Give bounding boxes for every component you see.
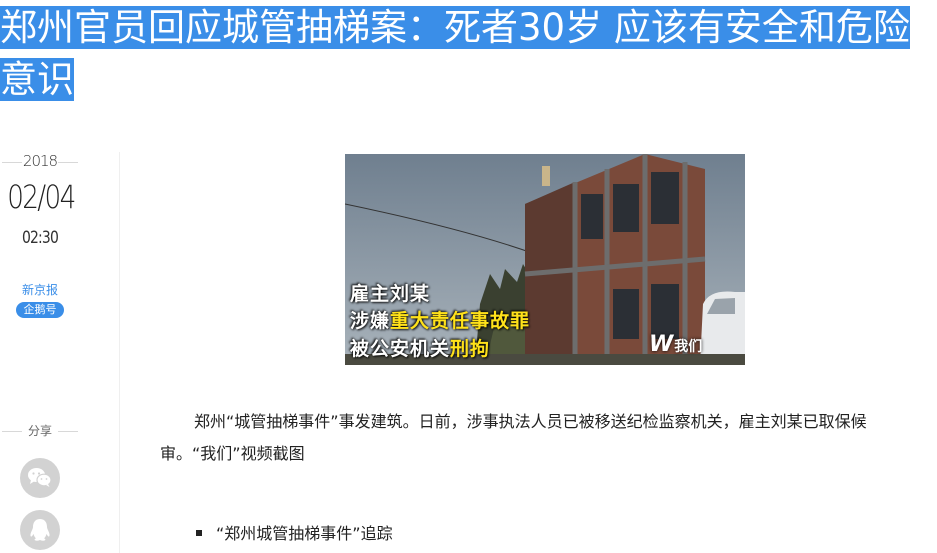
watermark: W我们 bbox=[649, 332, 702, 357]
share-header: 分享 bbox=[0, 421, 80, 441]
related-link-text[interactable]: “郑州城管抽梯事件”追踪 bbox=[216, 524, 393, 543]
publish-date: 02/04 bbox=[7, 178, 76, 216]
caption-line-1: 雇主刘某 bbox=[350, 283, 431, 305]
caption-text: 涉嫌 bbox=[350, 310, 391, 332]
divider-line bbox=[58, 162, 78, 163]
caption-highlight: 刑拘 bbox=[450, 338, 491, 360]
year-row: 2018 bbox=[0, 152, 80, 172]
article-title: 郑州官员回应城管抽梯案：死者30岁 应该有安全和危险意识 bbox=[0, 2, 937, 106]
article-image: 雇主刘某 涉嫌重大责任事故罪 被公安机关刑拘 W我们 bbox=[345, 154, 745, 365]
watermark-text: 我们 bbox=[674, 339, 703, 355]
caption-line-2: 涉嫌重大责任事故罪 bbox=[350, 306, 530, 333]
source-badge[interactable]: 企鹅号 bbox=[16, 302, 64, 318]
divider-line bbox=[58, 431, 78, 432]
qq-share-button[interactable] bbox=[20, 510, 60, 550]
caption-text: 被公安机关 bbox=[350, 338, 451, 360]
qq-icon bbox=[30, 519, 50, 541]
source-link[interactable]: 新京报 bbox=[0, 281, 80, 298]
column-divider bbox=[119, 152, 120, 553]
watermark-logo: W bbox=[649, 332, 674, 357]
publish-time: 02:30 bbox=[21, 228, 59, 248]
bullet-icon bbox=[196, 529, 202, 536]
caption-highlight: 重大责任事故罪 bbox=[390, 310, 531, 332]
article-title-text: 郑州官员回应城管抽梯案：死者30岁 应该有安全和危险意识 bbox=[0, 6, 910, 101]
publish-year: 2018 bbox=[22, 152, 58, 170]
wechat-share-button[interactable] bbox=[20, 458, 60, 498]
related-link[interactable]: “郑州城管抽梯事件”追踪 bbox=[196, 520, 393, 548]
caption-line-3: 被公安机关刑拘 bbox=[350, 334, 490, 361]
image-caption-paragraph: 郑州“城管抽梯事件”事发建筑。日前，涉事执法人员已被移送纪检监察机关，雇主刘某已… bbox=[160, 412, 867, 463]
wechat-icon bbox=[28, 468, 52, 487]
